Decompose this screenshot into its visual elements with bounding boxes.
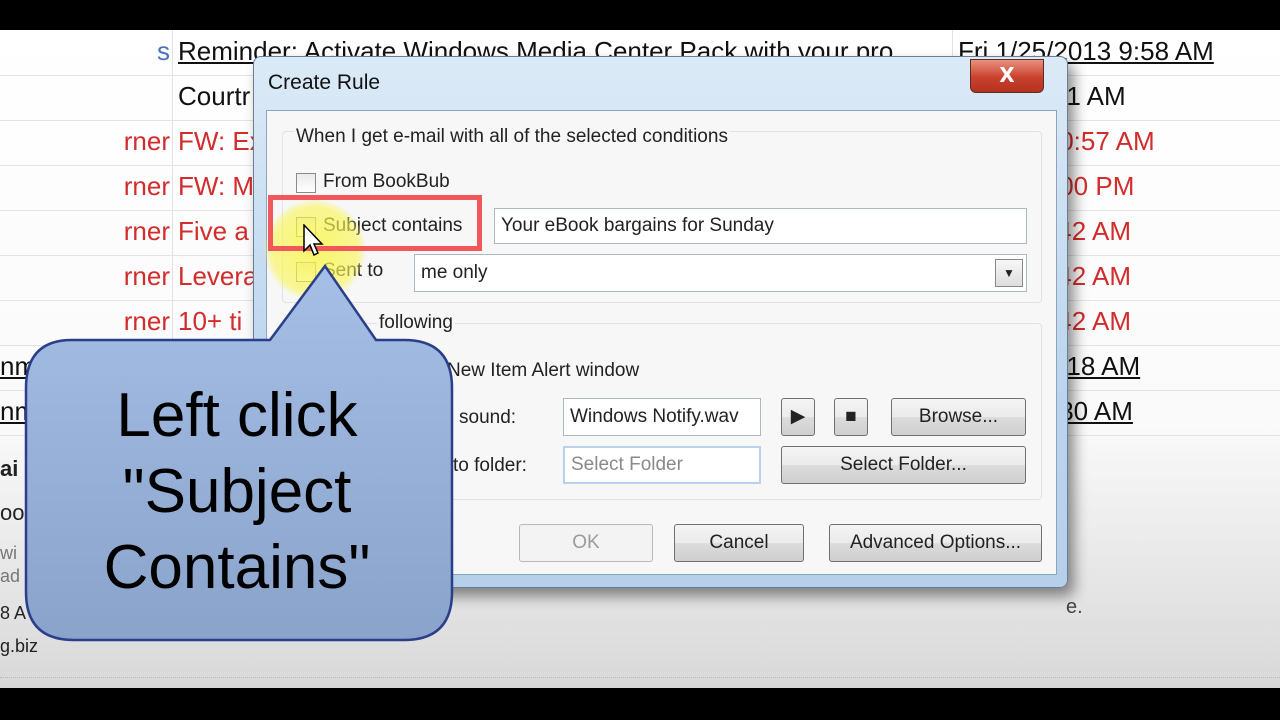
from-checkbox-label[interactable]: From BookBub bbox=[323, 171, 450, 193]
sound-file-input[interactable]: Windows Notify.wav bbox=[563, 398, 761, 436]
preview-line: ai bbox=[0, 456, 19, 481]
cancel-button[interactable]: Cancel bbox=[674, 524, 804, 562]
dotted-divider bbox=[0, 677, 1280, 678]
play-button[interactable]: ▶ bbox=[781, 398, 815, 436]
move-to-folder-label[interactable]: to folder: bbox=[453, 455, 527, 477]
chevron-down-icon[interactable]: ▼ bbox=[995, 259, 1023, 287]
close-button[interactable]: X bbox=[970, 59, 1044, 93]
callout-line: Left click bbox=[116, 381, 358, 450]
stop-icon: ■ bbox=[845, 406, 857, 427]
email-from: s bbox=[157, 36, 170, 66]
preview-text-fragment: e. bbox=[1066, 596, 1083, 618]
stop-button[interactable]: ■ bbox=[834, 398, 868, 436]
callout-text: Left click "Subject Contains" bbox=[22, 378, 452, 606]
preview-line: wi bbox=[0, 543, 17, 563]
callout-line: Contains" bbox=[103, 533, 371, 602]
select-folder-button[interactable]: Select Folder... bbox=[781, 446, 1026, 484]
callout-line: "Subject bbox=[122, 457, 352, 526]
email-from: rner bbox=[123, 216, 170, 246]
ok-button[interactable]: OK bbox=[519, 524, 653, 562]
mouse-cursor-icon bbox=[303, 224, 324, 257]
browse-button[interactable]: Browse... bbox=[891, 398, 1026, 436]
email-from: rner bbox=[123, 126, 170, 156]
conditions-heading: When I get e-mail with all of the select… bbox=[294, 126, 730, 148]
subject-text-input[interactable]: Your eBook bargains for Sunday bbox=[494, 208, 1027, 244]
from-checkbox[interactable] bbox=[296, 173, 316, 193]
preview-line: ad bbox=[0, 566, 21, 586]
dialog-title: Create Rule bbox=[268, 71, 381, 94]
close-icon: X bbox=[999, 63, 1015, 87]
sent-to-dropdown[interactable]: me only ▼ bbox=[414, 254, 1027, 292]
folder-input[interactable]: Select Folder bbox=[563, 446, 761, 484]
preview-line: oo bbox=[0, 500, 25, 525]
email-from: rner bbox=[123, 171, 170, 201]
alert-window-label[interactable]: New Item Alert window bbox=[447, 360, 639, 382]
play-sound-label[interactable]: sound: bbox=[459, 407, 516, 429]
highlight-box bbox=[268, 195, 482, 251]
play-icon: ▶ bbox=[790, 406, 806, 427]
advanced-options-button[interactable]: Advanced Options... bbox=[829, 524, 1042, 562]
